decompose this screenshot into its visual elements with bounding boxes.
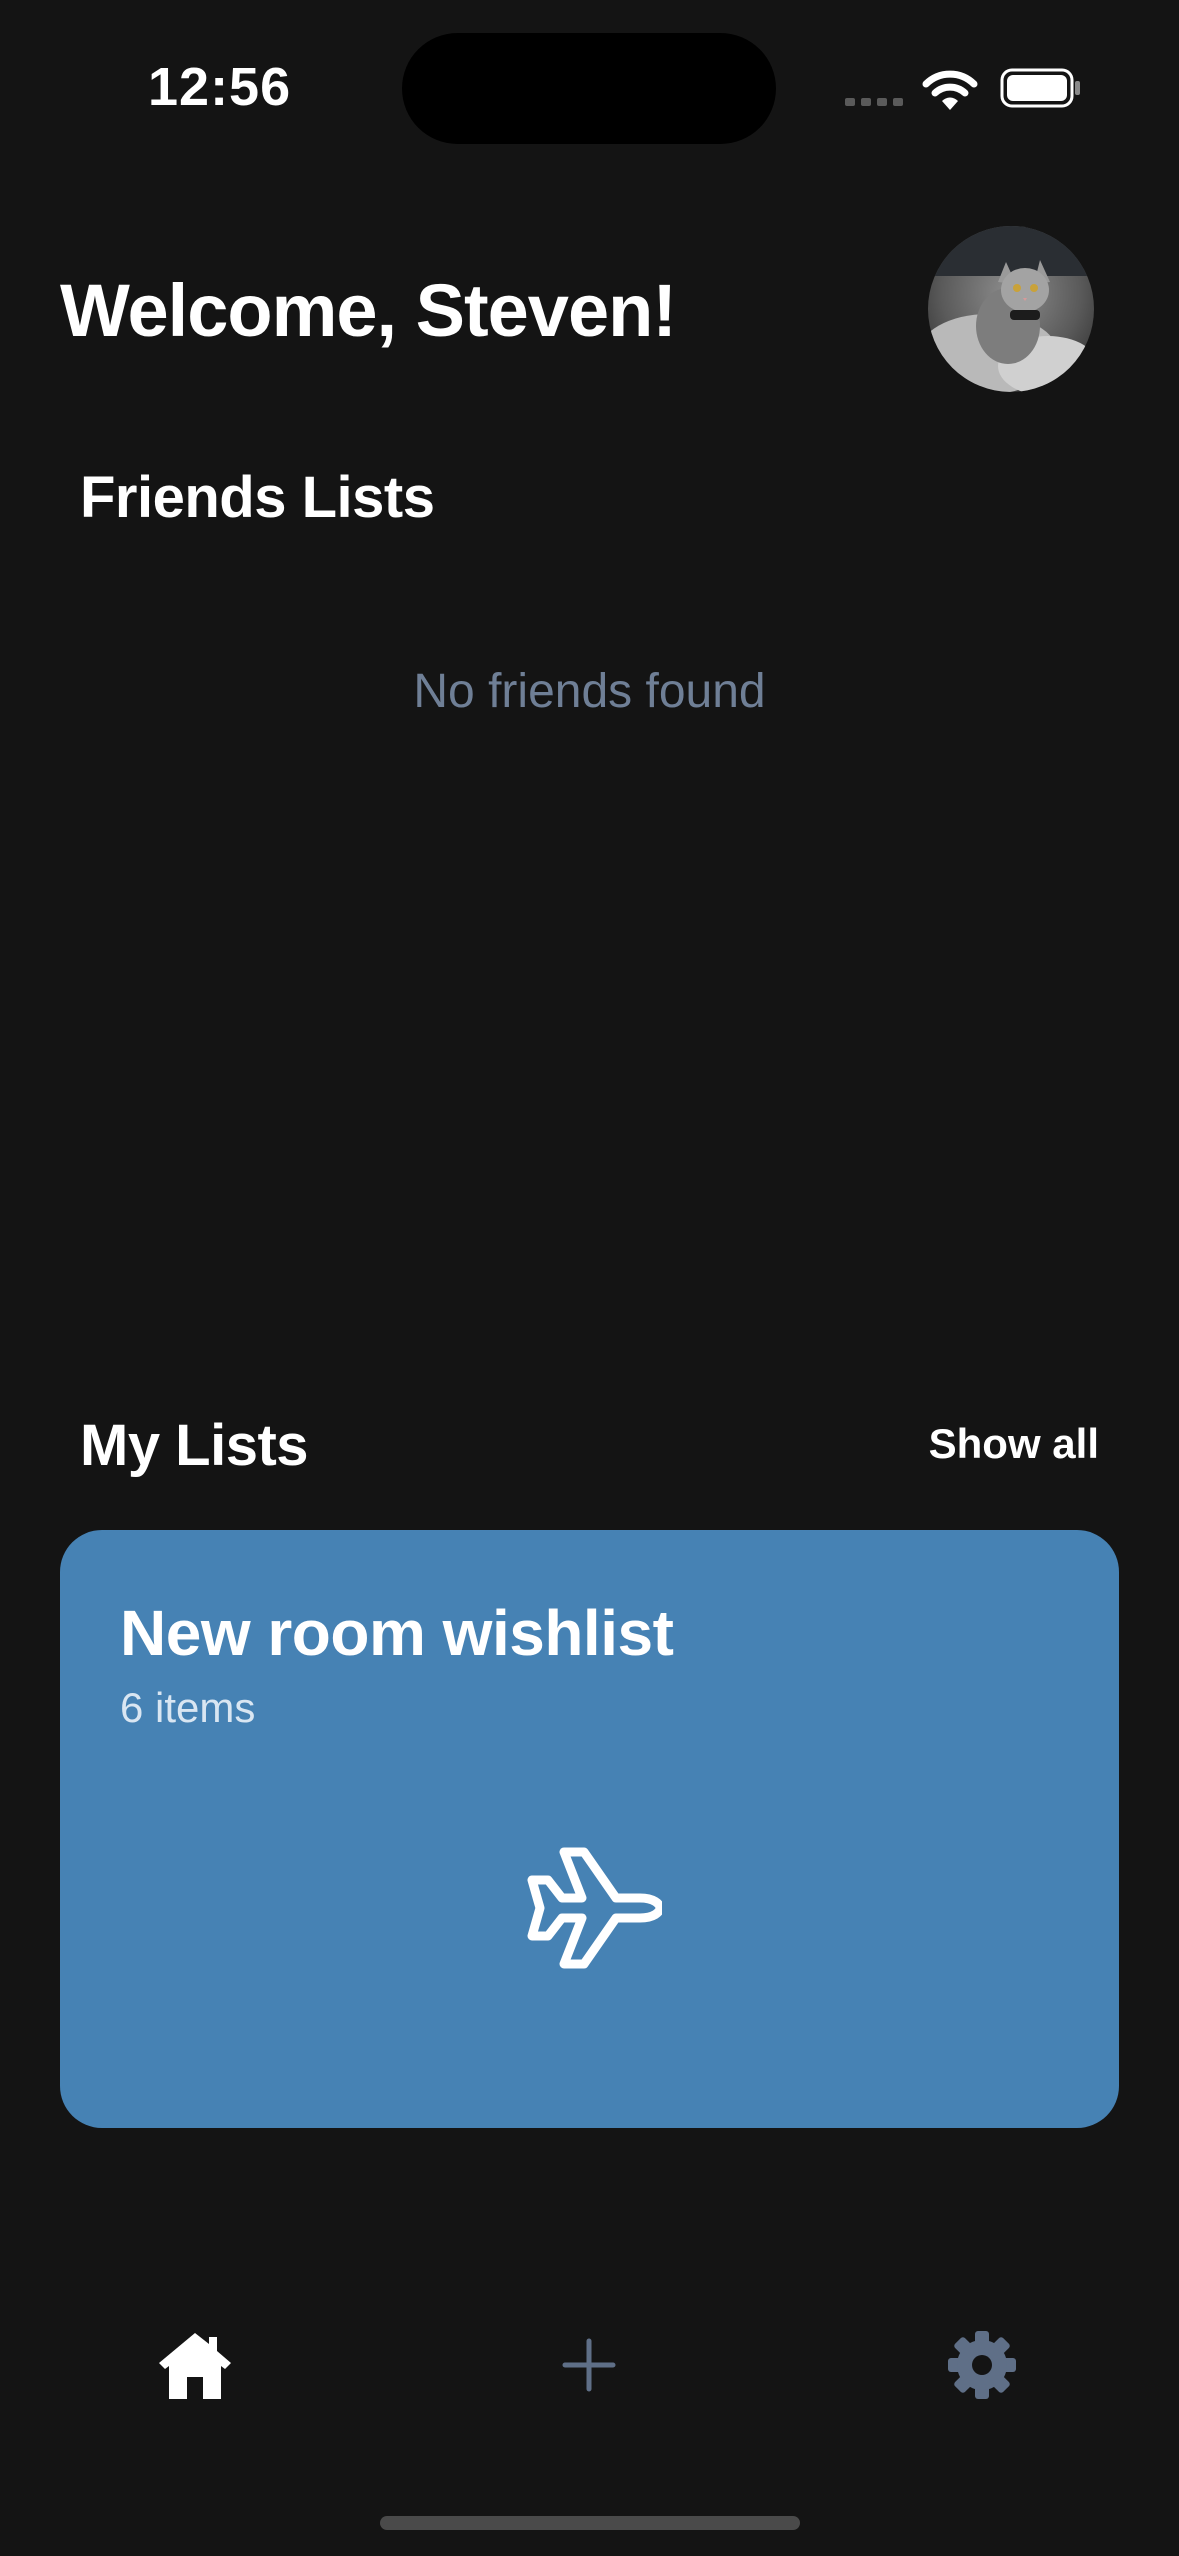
list-card-title: New room wishlist	[120, 1597, 674, 1669]
plus-icon	[562, 2338, 616, 2392]
tab-settings[interactable]	[927, 2310, 1037, 2420]
cellular-signal-icon	[845, 98, 903, 106]
list-card-item-count: 6 items	[120, 1684, 256, 1731]
my-lists-title: My Lists	[80, 1413, 309, 1478]
battery-icon	[1000, 68, 1080, 108]
empty-friends-message: No friends found	[413, 665, 766, 718]
gear-icon	[948, 2331, 1016, 2399]
show-all-link[interactable]: Show all	[929, 1420, 1099, 1468]
welcome-title: Welcome, Steven!	[60, 269, 677, 352]
status-time: 12:56	[148, 57, 292, 117]
airplane-icon	[527, 1847, 662, 1969]
wifi-icon	[922, 70, 978, 110]
friends-lists-title: Friends Lists	[80, 465, 435, 530]
dynamic-island	[402, 33, 776, 144]
cat-avatar-icon	[928, 226, 1094, 392]
tab-add[interactable]	[534, 2310, 644, 2420]
home-indicator	[380, 2516, 800, 2530]
tab-home[interactable]	[140, 2310, 250, 2420]
list-card[interactable]: New room wishlist 6 items	[60, 1530, 1119, 2128]
profile-avatar[interactable]	[928, 226, 1094, 392]
home-icon	[159, 2333, 231, 2399]
